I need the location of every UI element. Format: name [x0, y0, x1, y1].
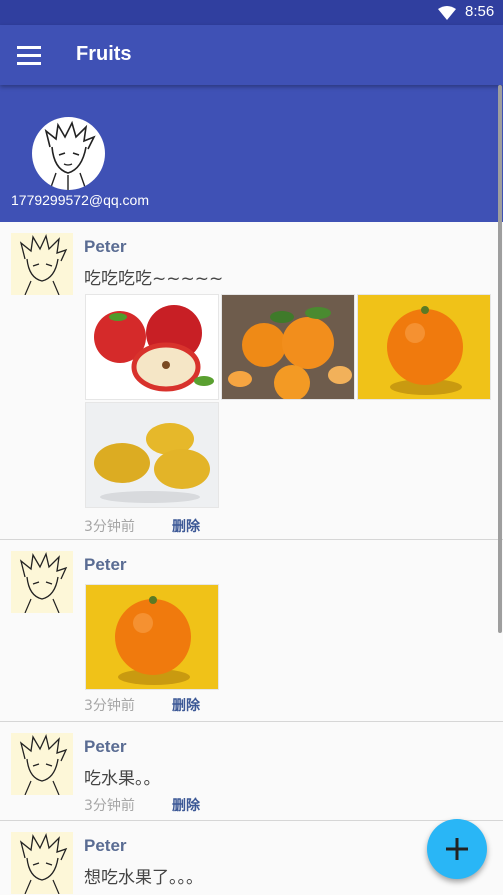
- post-avatar-icon[interactable]: [11, 733, 73, 795]
- post-author[interactable]: Peter: [84, 836, 127, 856]
- plus-icon: [446, 838, 468, 860]
- status-bar: 8:56: [0, 0, 503, 25]
- scrollbar[interactable]: [498, 85, 502, 633]
- profile-header: 1779299572@qq.com: [0, 85, 503, 222]
- post-author[interactable]: Peter: [84, 737, 127, 757]
- status-time: 8:56: [465, 3, 495, 20]
- delete-button[interactable]: 删除: [172, 516, 200, 536]
- wifi-icon: [438, 6, 456, 20]
- delete-button[interactable]: 删除: [172, 795, 200, 815]
- apple-image[interactable]: [85, 294, 219, 400]
- post-author[interactable]: Peter: [84, 237, 127, 257]
- post-item: Peter 吃水果。。 3分钟前 删除: [0, 722, 503, 821]
- post-text: 想吃水果了。。。: [84, 868, 203, 888]
- lemons-image[interactable]: [85, 402, 219, 508]
- post-text: 吃吃吃吃~~~~~: [84, 269, 224, 289]
- post-time: 3分钟前: [84, 798, 135, 814]
- post-text: 吃水果。。: [84, 769, 161, 789]
- post-avatar-icon[interactable]: [11, 551, 73, 613]
- post-feed: Peter 吃吃吃吃~~~~~ 3分钟前 删除 Peter 3分钟前 删除 Pe…: [0, 222, 503, 895]
- post-time: 3分钟前: [84, 519, 135, 535]
- post-avatar-icon[interactable]: [11, 832, 73, 894]
- orange-image[interactable]: [85, 584, 219, 690]
- post-avatar-icon[interactable]: [11, 233, 73, 295]
- user-avatar-icon[interactable]: [32, 117, 105, 190]
- hamburger-menu-icon[interactable]: [13, 41, 43, 69]
- delete-button[interactable]: 删除: [172, 695, 200, 715]
- post-time: 3分钟前: [84, 698, 135, 714]
- post-author[interactable]: Peter: [84, 555, 127, 575]
- app-toolbar: Fruits: [0, 25, 503, 85]
- orange-image[interactable]: [357, 294, 491, 400]
- tangerines-image[interactable]: [221, 294, 355, 400]
- add-post-button[interactable]: [427, 819, 487, 879]
- toolbar-title: Fruits: [76, 43, 132, 65]
- user-email: 1779299572@qq.com: [11, 192, 149, 208]
- post-item: Peter 吃吃吃吃~~~~~ 3分钟前 删除: [0, 222, 503, 540]
- post-item: Peter 3分钟前 删除: [0, 540, 503, 722]
